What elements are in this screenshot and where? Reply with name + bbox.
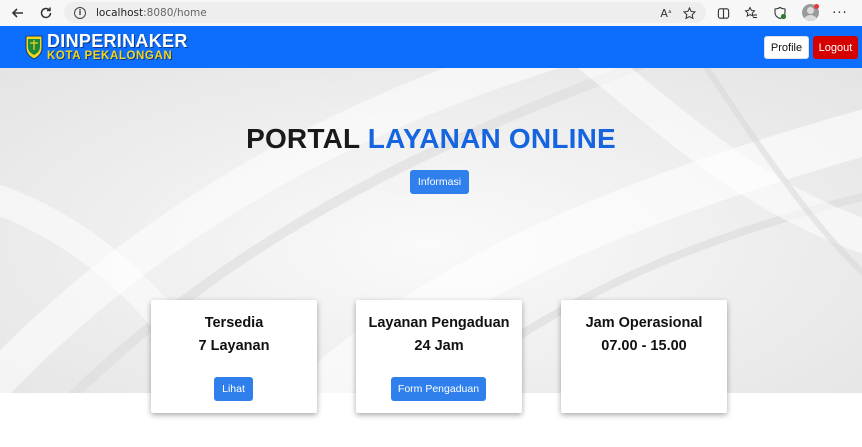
more-menu-icon[interactable]: ··· — [830, 3, 850, 23]
card-layanan-pengaduan: Layanan Pengaduan 24 Jam Form Pengaduan — [356, 300, 522, 413]
url-text: localhost:8080/home — [96, 6, 207, 19]
card-title: Tersedia — [204, 315, 264, 331]
title-layanan-online: LAYANAN ONLINE — [367, 123, 616, 154]
card-jam-operasional: Jam Operasional 07.00 - 15.00 — [561, 300, 727, 413]
city-emblem-icon — [25, 35, 43, 60]
favorites-list-icon[interactable] — [741, 3, 761, 23]
back-arrow-icon[interactable] — [8, 3, 28, 23]
notification-dot — [814, 4, 819, 9]
split-screen-icon[interactable] — [713, 3, 733, 23]
logo-subtitle: KOTA PEKALONGAN — [47, 50, 173, 62]
card-title: Layanan Pengaduan — [368, 315, 510, 331]
brand-logo[interactable]: DINPERINAKER KOTA PEKALONGAN — [24, 32, 188, 63]
browser-toolbar: i localhost:8080/home Aᐞ ··· — [0, 0, 862, 26]
card-tersedia: Tersedia 7 Layanan Lihat — [151, 300, 317, 413]
logout-button[interactable]: Logout — [813, 36, 858, 59]
address-bar[interactable]: i localhost:8080/home — [64, 2, 706, 23]
info-icon[interactable]: i — [74, 6, 86, 19]
logo-title: DINPERINAKER — [47, 31, 188, 51]
informasi-button[interactable]: Informasi — [410, 170, 469, 194]
refresh-icon[interactable] — [36, 3, 56, 23]
card-value: 07.00 - 15.00 — [601, 338, 687, 354]
page-title: PORTAL LAYANAN ONLINE — [0, 123, 862, 155]
lihat-button[interactable]: Lihat — [214, 377, 253, 401]
app-navbar: DINPERINAKER KOTA PEKALONGAN Profile Log… — [0, 26, 862, 68]
read-aloud-icon[interactable]: Aᐞ — [656, 3, 676, 23]
profile-button[interactable]: Profile — [764, 36, 809, 59]
card-value: 7 Layanan — [198, 338, 270, 354]
form-pengaduan-button[interactable]: Form Pengaduan — [391, 377, 486, 401]
browser-essentials-icon[interactable] — [770, 3, 790, 23]
title-portal: PORTAL — [246, 123, 360, 154]
card-value: 24 Jam — [414, 338, 464, 354]
favorite-star-icon[interactable] — [679, 3, 699, 23]
card-title: Jam Operasional — [585, 315, 703, 331]
